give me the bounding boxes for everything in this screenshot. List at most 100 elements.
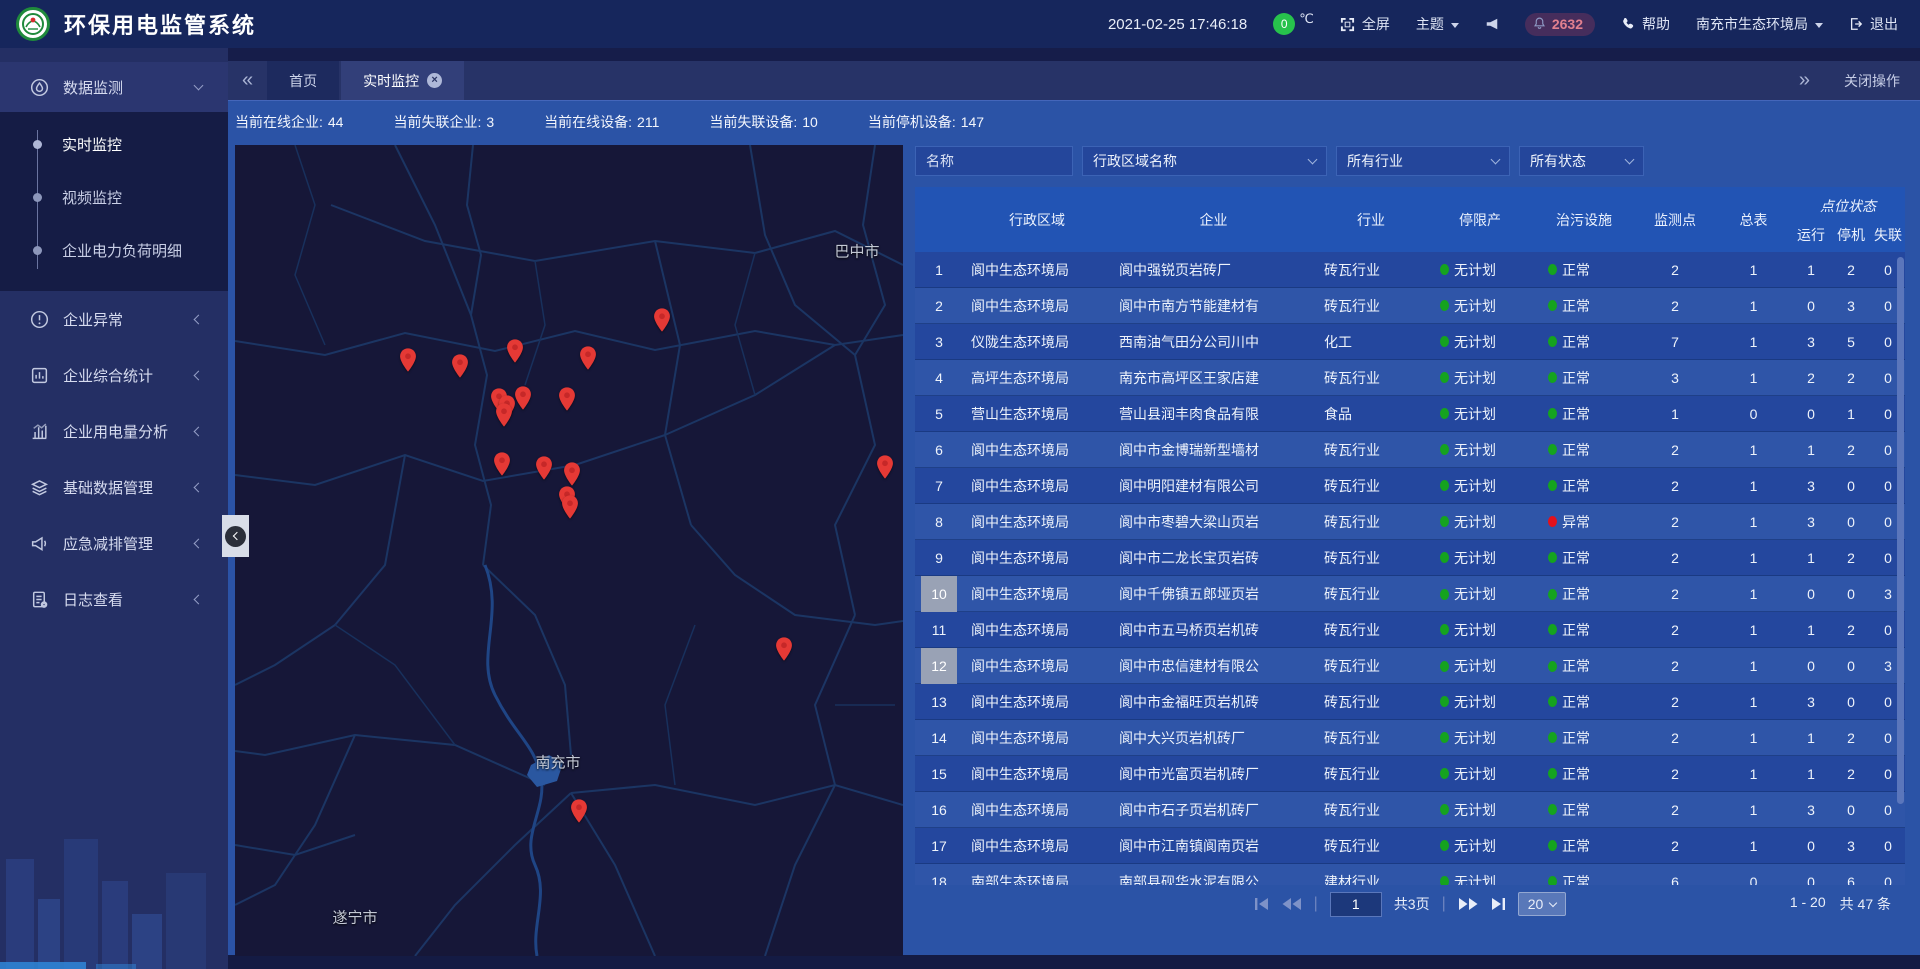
cell-stop: 0 <box>1831 658 1871 674</box>
cell-limit-status: 无计划 <box>1426 476 1534 496</box>
map-pin[interactable] <box>534 455 554 481</box>
table-row[interactable]: 17阆中生态环境局阆中市江南镇阆南页岩砖瓦行业无计划正常21030 <box>915 828 1905 864</box>
map-pin[interactable] <box>774 636 794 662</box>
table-row[interactable]: 5营山生态环境局营山县润丰肉食品有限食品无计划正常10010 <box>915 396 1905 432</box>
sidebar-item-emergency-reduction[interactable]: 应急减排管理 <box>0 515 228 571</box>
tab-home[interactable]: 首页 <box>267 61 339 100</box>
table-row[interactable]: 14阆中生态环境局阆中大兴页岩机砖厂砖瓦行业无计划正常21120 <box>915 720 1905 756</box>
cell-industry: 砖瓦行业 <box>1316 656 1426 676</box>
notification-badge[interactable]: 2632 <box>1525 13 1595 36</box>
first-page-button[interactable] <box>1254 897 1270 911</box>
map-pin[interactable] <box>398 347 418 373</box>
sidebar-item-log-view[interactable]: 日志查看 <box>0 571 228 627</box>
status-text: 正常 <box>1562 584 1590 604</box>
table-row[interactable]: 6阆中生态环境局阆中市金博瑞新型墙材砖瓦行业无计划正常21120 <box>915 432 1905 468</box>
sidebar-item-enterprise-power-load-detail[interactable]: 企业电力负荷明细 <box>0 224 228 277</box>
table-row[interactable]: 3仪陇生态环境局西南油气田分公司川中化工无计划正常71350 <box>915 324 1905 360</box>
map-city-label: 遂宁市 <box>332 907 377 928</box>
name-filter-input[interactable] <box>915 146 1073 176</box>
bullet-icon <box>33 246 42 255</box>
table-row[interactable]: 4高坪生态环境局南充市高坪区王家店建砖瓦行业无计划正常31220 <box>915 360 1905 396</box>
cell-region: 阆中生态环境局 <box>963 440 1111 460</box>
map-pin[interactable] <box>494 402 514 428</box>
speaker-icon <box>1485 17 1499 31</box>
map-pin[interactable] <box>450 353 470 379</box>
table-row[interactable]: 1阆中生态环境局阆中强锐页岩砖厂砖瓦行业无计划正常21120 <box>915 252 1905 288</box>
table-body: 1阆中生态环境局阆中强锐页岩砖厂砖瓦行业无计划正常211202阆中生态环境局阆中… <box>915 252 1905 885</box>
help-button[interactable]: 帮助 <box>1621 14 1670 34</box>
table-row[interactable]: 8阆中生态环境局阆中市枣碧大梁山页岩砖瓦行业无计划异常21300 <box>915 504 1905 540</box>
next-page-button[interactable] <box>1458 897 1478 911</box>
status-text: 无计划 <box>1454 296 1496 316</box>
theme-dropdown[interactable]: 主题 <box>1416 14 1459 34</box>
map-pin[interactable] <box>652 307 672 333</box>
page-size-select[interactable]: 20 <box>1518 892 1567 916</box>
table-row[interactable]: 13阆中生态环境局阆中市金福旺页岩机砖砖瓦行业无计划正常21300 <box>915 684 1905 720</box>
cell-meters: 1 <box>1716 622 1791 638</box>
table-row[interactable]: 11阆中生态环境局阆中市五马桥页岩机砖砖瓦行业无计划正常21120 <box>915 612 1905 648</box>
fullscreen-button[interactable]: 全屏 <box>1340 14 1390 34</box>
bullet-icon <box>33 140 42 149</box>
map-pin[interactable] <box>505 338 525 364</box>
sound-mute-button[interactable] <box>1485 17 1499 31</box>
map-pin[interactable] <box>492 451 512 477</box>
sidebar-item-realtime-monitoring[interactable]: 实时监控 <box>0 118 228 171</box>
col-group-point-status: 点位状态 <box>1791 187 1905 217</box>
cell-industry: 建材行业 <box>1316 872 1426 886</box>
tab-close-icon[interactable]: × <box>427 73 442 88</box>
map-pin[interactable] <box>569 798 589 824</box>
table-row[interactable]: 16阆中生态环境局阆中市石子页岩机砖厂砖瓦行业无计划正常21300 <box>915 792 1905 828</box>
table-scrollbar[interactable] <box>1897 257 1904 879</box>
scrollbar-thumb[interactable] <box>1897 257 1904 804</box>
brand: 环保用电监管系统 <box>0 7 256 41</box>
map-collapse-button[interactable] <box>222 515 249 557</box>
map-pin[interactable] <box>557 386 577 412</box>
sidebar-item-enterprise-statistics[interactable]: 企业综合统计 <box>0 347 228 403</box>
sidebar-item-video-monitoring[interactable]: 视频监控 <box>0 171 228 224</box>
tabs-scroll-right-icon[interactable]: » <box>1799 69 1810 92</box>
last-page-button[interactable] <box>1490 897 1506 911</box>
sidebar-item-enterprise-power-analysis[interactable]: 企业用电量分析 <box>0 403 228 459</box>
cell-meters: 1 <box>1716 838 1791 854</box>
tabs-scroll-left-icon[interactable]: « <box>228 61 267 100</box>
industry-filter-select[interactable]: 所有行业 <box>1336 146 1510 176</box>
chevron-left-icon <box>225 526 246 547</box>
org-dropdown[interactable]: 南充市生态环境局 <box>1696 14 1823 34</box>
status-filter-select[interactable]: 所有状态 <box>1519 146 1644 176</box>
map-pin[interactable] <box>560 494 580 520</box>
layers-icon <box>30 478 50 497</box>
sidebar-item-enterprise-abnormal[interactable]: 企业异常 <box>0 291 228 347</box>
table-row[interactable]: 18南部生态环境局南部县砚华水泥有限公建材行业无计划正常60060 <box>915 864 1905 885</box>
table-row[interactable]: 2阆中生态环境局阆中市南方节能建材有砖瓦行业无计划正常21030 <box>915 288 1905 324</box>
cell-facility-status: 正常 <box>1534 296 1634 316</box>
map-pin[interactable] <box>562 461 582 487</box>
page-size-value: 20 <box>1528 896 1544 912</box>
region-filter-select[interactable]: 行政区域名称 <box>1082 146 1327 176</box>
sidebar-subitem-label: 实时监控 <box>62 134 122 155</box>
temperature-unit: ℃ <box>1299 11 1314 27</box>
map[interactable]: 巴中市南充市遂宁市 <box>235 145 903 956</box>
table-row[interactable]: 12阆中生态环境局阆中市忠信建材有限公砖瓦行业无计划正常21003 <box>915 648 1905 684</box>
page-number-input[interactable] <box>1330 892 1382 917</box>
table-row[interactable]: 9阆中生态环境局阆中市二龙长宝页岩砖砖瓦行业无计划正常21120 <box>915 540 1905 576</box>
status-dot <box>1440 552 1449 563</box>
table-row[interactable]: 10阆中生态环境局阆中千佛镇五郎垭页岩砖瓦行业无计划正常21003 <box>915 576 1905 612</box>
cell-company: 阆中千佛镇五郎垭页岩 <box>1111 584 1316 604</box>
header-toolbar: 2021-02-25 17:46:18 0 ℃ 全屏 主题 2632 <box>1108 13 1920 36</box>
tab-realtime-monitoring[interactable]: 实时监控 × <box>341 61 464 100</box>
map-pin[interactable] <box>513 385 533 411</box>
col-lost: 失联 <box>1871 217 1905 252</box>
close-operations-button[interactable]: 关闭操作 <box>1844 71 1900 91</box>
map-pin[interactable] <box>578 345 598 371</box>
prev-page-button[interactable] <box>1282 897 1302 911</box>
table-row[interactable]: 15阆中生态环境局阆中市光富页岩机砖厂砖瓦行业无计划正常21120 <box>915 756 1905 792</box>
sidebar-item-data-monitoring[interactable]: 数据监测 <box>0 62 228 112</box>
sidebar-item-basic-data-management[interactable]: 基础数据管理 <box>0 459 228 515</box>
chevron-left-icon <box>194 314 204 324</box>
table-row[interactable]: 7阆中生态环境局阆中明阳建材有限公司砖瓦行业无计划正常21300 <box>915 468 1905 504</box>
logout-button[interactable]: 退出 <box>1849 14 1898 34</box>
cell-facility-status: 正常 <box>1534 440 1634 460</box>
chevron-down-icon <box>1815 23 1823 28</box>
cell-region: 阆中生态环境局 <box>963 260 1111 280</box>
map-pin[interactable] <box>875 454 895 480</box>
